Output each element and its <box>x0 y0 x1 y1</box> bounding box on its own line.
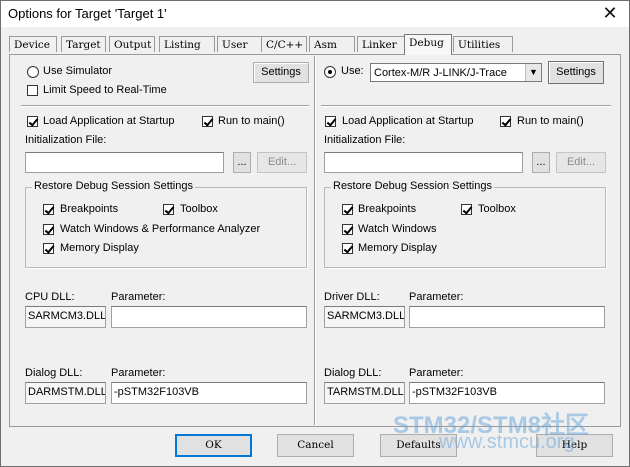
left-watch-checkbox[interactable] <box>43 224 54 235</box>
right-load-app-checkbox[interactable] <box>325 116 336 127</box>
right-top-divider <box>321 105 611 107</box>
chevron-down-icon[interactable]: ▼ <box>525 64 541 81</box>
driver-settings-button[interactable]: Settings <box>548 61 604 84</box>
tab-user[interactable]: User <box>217 36 267 52</box>
right-memory-label: Memory Display <box>358 242 437 254</box>
right-breakpoints-checkbox[interactable] <box>342 204 353 215</box>
title-bar[interactable]: Options for Target 'Target 1' ✕ <box>1 1 629 27</box>
right-browse-button[interactable]: ... <box>532 152 550 173</box>
driver-select-value: Cortex-M/R J-LINK/J-Trace <box>374 67 507 79</box>
driver-select[interactable]: Cortex-M/R J-LINK/J-Trace ▼ <box>370 63 542 82</box>
right-restore-group-title: Restore Debug Session Settings <box>331 180 494 192</box>
left-top-divider <box>21 105 309 107</box>
left-breakpoints-label: Breakpoints <box>60 203 119 215</box>
close-icon[interactable]: ✕ <box>599 3 621 25</box>
left-load-app-label: Load Application at Startup <box>43 115 175 127</box>
left-toolbox-label: Toolbox <box>180 203 218 215</box>
left-memory-label: Memory Display <box>60 242 139 254</box>
right-init-file-input[interactable] <box>324 152 523 173</box>
right-memory-checkbox[interactable] <box>342 243 353 254</box>
right-run-to-main-label: Run to main() <box>517 115 584 127</box>
left-dialog-dll-param-input[interactable]: -pSTM32F103VB <box>111 382 307 404</box>
left-toolbox-checkbox[interactable] <box>163 204 174 215</box>
right-run-to-main-checkbox[interactable] <box>500 116 511 127</box>
driver-dll-label: Driver DLL: <box>324 291 380 303</box>
cancel-button[interactable]: Cancel <box>277 434 354 457</box>
ok-button[interactable]: OK <box>175 434 252 457</box>
left-run-to-main-checkbox[interactable] <box>202 116 213 127</box>
left-dialog-dll-label: Dialog DLL: <box>25 367 83 379</box>
right-dialog-dll-label: Dialog DLL: <box>324 367 382 379</box>
right-edit-button[interactable]: Edit... <box>556 152 606 173</box>
cpu-dll-param-label: Parameter: <box>111 291 166 303</box>
tab-listing[interactable]: Listing <box>159 36 215 52</box>
tab-c-cpp[interactable]: C/C++ <box>261 36 307 52</box>
defaults-button[interactable]: Defaults <box>380 434 457 457</box>
driver-dll-param-label: Parameter: <box>409 291 464 303</box>
tab-bar: Device Target Output Listing User C/C++ … <box>9 34 619 55</box>
use-simulator-label: Use Simulator <box>43 65 113 77</box>
use-driver-label: Use: <box>341 65 364 77</box>
left-init-file-label: Initialization File: <box>25 134 107 146</box>
right-toolbox-checkbox[interactable] <box>461 204 472 215</box>
right-watch-label: Watch Windows <box>358 223 437 235</box>
tab-linker[interactable]: Linker <box>357 36 405 52</box>
left-dialog-dll-input[interactable]: DARMSTM.DLL <box>25 382 106 404</box>
left-memory-checkbox[interactable] <box>43 243 54 254</box>
right-toolbox-label: Toolbox <box>478 203 516 215</box>
tab-target[interactable]: Target <box>61 36 106 52</box>
help-button[interactable]: Help <box>536 434 613 457</box>
driver-dll-param-input[interactable] <box>409 306 605 328</box>
driver-dll-input[interactable]: SARMCM3.DLL <box>324 306 405 328</box>
right-load-app-label: Load Application at Startup <box>342 115 474 127</box>
options-dialog: Options for Target 'Target 1' ✕ Device T… <box>0 0 630 467</box>
limit-speed-checkbox[interactable] <box>27 85 38 96</box>
left-dialog-dll-param-label: Parameter: <box>111 367 166 379</box>
right-breakpoints-label: Breakpoints <box>358 203 417 215</box>
left-breakpoints-checkbox[interactable] <box>43 204 54 215</box>
tab-asm[interactable]: Asm <box>309 36 355 52</box>
use-simulator-radio[interactable] <box>27 66 39 78</box>
left-load-app-checkbox[interactable] <box>27 116 38 127</box>
right-dialog-dll-input[interactable]: TARMSTM.DLL <box>324 382 405 404</box>
simulator-settings-button[interactable]: Settings <box>253 62 309 83</box>
left-browse-button[interactable]: ... <box>233 152 251 173</box>
tab-utilities[interactable]: Utilities <box>453 36 513 52</box>
cpu-dll-label: CPU DLL: <box>25 291 75 303</box>
tab-debug[interactable]: Debug <box>404 34 452 55</box>
right-dialog-dll-param-input[interactable]: -pSTM32F103VB <box>409 382 605 404</box>
limit-speed-label: Limit Speed to Real-Time <box>43 84 167 96</box>
left-restore-group-title: Restore Debug Session Settings <box>32 180 195 192</box>
column-divider <box>314 56 316 425</box>
left-watch-label: Watch Windows & Performance Analyzer <box>60 223 261 235</box>
left-edit-button[interactable]: Edit... <box>257 152 307 173</box>
left-init-file-input[interactable] <box>25 152 224 173</box>
window-title: Options for Target 'Target 1' <box>8 6 167 21</box>
right-init-file-label: Initialization File: <box>324 134 406 146</box>
right-watch-checkbox[interactable] <box>342 224 353 235</box>
use-driver-radio[interactable] <box>324 66 336 78</box>
tab-device[interactable]: Device <box>9 36 57 52</box>
cpu-dll-input[interactable]: SARMCM3.DLL <box>25 306 106 328</box>
right-dialog-dll-param-label: Parameter: <box>409 367 464 379</box>
tab-output[interactable]: Output <box>109 36 155 52</box>
left-run-to-main-label: Run to main() <box>218 115 285 127</box>
cpu-dll-param-input[interactable] <box>111 306 307 328</box>
